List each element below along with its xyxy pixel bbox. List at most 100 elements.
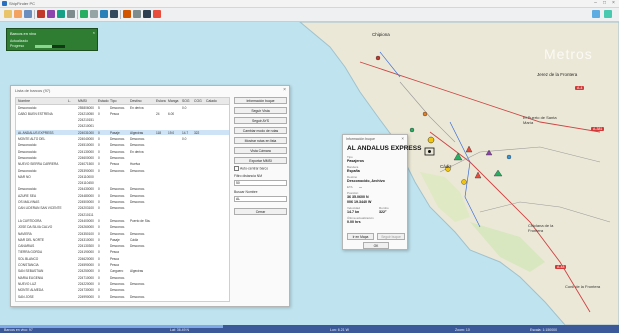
table-cell: 0: [98, 143, 100, 148]
ok-button[interactable]: OK: [363, 242, 389, 249]
table-row[interactable]: Desconocido 224130000 0 Desconoc. En deriva: [16, 149, 229, 154]
close-button[interactable]: Cerrar: [234, 208, 287, 215]
minimize-icon[interactable]: –: [591, 0, 600, 7]
column-header[interactable]: COG: [194, 99, 202, 103]
table-cell: Desconoc.: [110, 281, 126, 286]
grid-icon[interactable]: [110, 10, 118, 18]
table-cell: 224210001: [78, 124, 94, 129]
table-row[interactable]: 224210151: [16, 118, 229, 123]
zoom-icon[interactable]: [143, 10, 151, 18]
table-row[interactable]: CONSTANCIA 224590000 0 Pesca: [16, 263, 229, 268]
column-header[interactable]: Estado: [98, 99, 109, 103]
column-header[interactable]: Tipo: [110, 99, 116, 103]
table-cell: TIERRA GORDA: [18, 250, 43, 255]
info-button[interactable]: Información buque: [234, 97, 287, 104]
save-icon[interactable]: [24, 10, 32, 18]
table-row[interactable]: OS MALVINAS 224500000 0 Desconoc. Desconoc.: [16, 200, 229, 205]
ship-marker[interactable]: [427, 136, 435, 144]
table-cell: Desconoc.: [110, 168, 126, 173]
ruler-icon[interactable]: [57, 10, 65, 18]
checkbox-icon[interactable]: [234, 166, 239, 171]
ship-marker[interactable]: [409, 127, 415, 133]
table-row[interactable]: JOSE DA SILVA CALVO 224260000 0 Desconoc.: [16, 225, 229, 230]
table-cell: 0: [98, 187, 100, 192]
table-row[interactable]: NUEVO LUZ 224220000 0 Desconoc. Desconoc.: [16, 281, 229, 286]
column-header[interactable]: Destino: [130, 99, 142, 103]
table-cell: 0: [98, 225, 100, 230]
close-icon[interactable]: ×: [401, 136, 404, 141]
table-cell: 224310000: [78, 237, 94, 242]
auto-center-checkbox[interactable]: Auto-centrar barco: [234, 166, 268, 171]
table-row[interactable]: TIERRA GORDA 224190000 0 Pesca: [16, 250, 229, 255]
show-routes-button[interactable]: Mostrar rutas en lista: [234, 137, 287, 144]
track-view-button[interactable]: Seguir Vista: [234, 107, 287, 114]
table-row[interactable]: NAVIERA 224350100 0 Desconoc. Desconoc.: [16, 231, 229, 236]
track-ais-button[interactable]: Seguir AYS: [234, 117, 287, 124]
play-icon[interactable]: [80, 10, 88, 18]
table-row[interactable]: Desconocido 224600000 0 Desconoc.: [16, 155, 229, 160]
chart-icon[interactable]: [123, 10, 131, 18]
live-status-panel[interactable]: Barcos en vivo × Actualizado Progreso: [6, 28, 98, 51]
table-row[interactable]: MARIA EUGENIA 224710000 0 Desconoc.: [16, 275, 229, 280]
table-row[interactable]: SOL BLANCO 224620000 0 Pesca: [16, 256, 229, 261]
table-row[interactable]: 224210111: [16, 212, 229, 217]
ship-marker[interactable]: [375, 55, 381, 61]
list-icon[interactable]: [90, 10, 98, 18]
table-row[interactable]: 224110450: [16, 181, 229, 186]
route-mode-button[interactable]: Cambiar modo de rutas: [234, 127, 287, 134]
table-row[interactable]: MONTE ALMEDA 224730000 0 Desconoc.: [16, 288, 229, 293]
export-mmsi-button[interactable]: Exportar MMSI: [234, 157, 287, 164]
layers-icon[interactable]: [100, 10, 108, 18]
new-icon[interactable]: [4, 10, 12, 18]
table-row[interactable]: 224210001: [16, 124, 229, 129]
table-row[interactable]: CANARIAS 224130300 0 Desconoc. Desconoc.: [16, 244, 229, 249]
table-cell: Desconoc.: [110, 244, 126, 249]
table-row[interactable]: Desconocido 224510000 0 Desconoc. Desconoc.: [16, 143, 229, 148]
column-header[interactable]: MMSI: [78, 99, 87, 103]
filter-icon[interactable]: [153, 10, 161, 18]
camera-view-button[interactable]: Vista Cámara: [234, 147, 287, 154]
table-row[interactable]: AZURE SEA 224480000 0 Desconoc. Desconoc.: [16, 193, 229, 198]
search-input[interactable]: AL: [234, 196, 287, 202]
column-header[interactable]: Eslora: [156, 99, 166, 103]
updated-value: 0.00 hrs: [347, 220, 361, 224]
column-header[interactable]: Calado: [206, 99, 217, 103]
settings-icon[interactable]: [133, 10, 141, 18]
table-cell: 0: [98, 275, 100, 280]
table-row[interactable]: CAN LIDERAN SAN VICENTE 224203100 0 Descono…: [16, 206, 229, 211]
table-row[interactable]: CABO BUEN ESTRENA 224210050 0 Pesca 24 6.00: [16, 111, 229, 116]
table-row[interactable]: SAN SEBASTIAN 224250000 0 Carguero Algeciras: [16, 269, 229, 274]
filter-input[interactable]: 50: [234, 180, 287, 186]
weather-icon[interactable]: [592, 10, 600, 18]
go-to-map-button[interactable]: Ir en Mapa: [347, 233, 374, 240]
table-row[interactable]: Desconocido 225390000 0 Desconoc. Desconoc.: [16, 168, 229, 173]
table-row[interactable]: MAR NO 224110000: [16, 174, 229, 179]
table-row[interactable]: SAN JOSE 224990000 0 Desconoc. Desconoc.: [16, 294, 229, 299]
table-row[interactable]: LA CURTIDORA 224400000 0 Desconoc. Puerto de…: [16, 218, 229, 223]
table-row[interactable]: Desconocido 255806000 5 Desconoc. En deriva 0…: [16, 105, 229, 110]
ship-marker[interactable]: [461, 179, 467, 185]
user-icon[interactable]: [604, 10, 612, 18]
column-header[interactable]: SOG: [182, 99, 190, 103]
column-header[interactable]: L.: [68, 99, 71, 103]
table-row[interactable]: Desconocido 224430000 0 Desconoc. Desconoc.: [16, 187, 229, 192]
pencil-icon[interactable]: [37, 10, 45, 18]
column-header[interactable]: Manga: [168, 99, 178, 103]
measure-icon[interactable]: [67, 10, 75, 18]
follow-ship-button[interactable]: Seguir buque: [377, 233, 405, 240]
table-row[interactable]: MONTE ALTO DEL 224040000 0 Desconoc. Descono…: [16, 137, 229, 142]
table-row[interactable]: NUEVO SIERRA CARRERA 224071500 0 Pesca Huelv…: [16, 162, 229, 167]
close-icon[interactable]: ×: [283, 87, 286, 93]
table-cell: Desconocido: [18, 155, 37, 160]
ship-marker[interactable]: [506, 154, 512, 160]
close-icon[interactable]: ×: [609, 0, 618, 7]
maximize-icon[interactable]: □: [600, 0, 609, 7]
table-row[interactable]: MAR DEL NORTE 224310000 0 Pasaje Cádiz: [16, 237, 229, 242]
column-header[interactable]: Nombre: [18, 99, 30, 103]
open-icon[interactable]: [14, 10, 22, 18]
draw-icon[interactable]: [47, 10, 55, 18]
ship-marker[interactable]: [422, 111, 428, 117]
ship-grid[interactable]: Nombre L. MMSI Estado Tipo Destino Eslor…: [15, 97, 230, 302]
close-icon[interactable]: ×: [93, 30, 95, 35]
table-row[interactable]: AL ANDALUS EXPRESS 224031000 0 Pasaje Algeci…: [16, 130, 229, 136]
